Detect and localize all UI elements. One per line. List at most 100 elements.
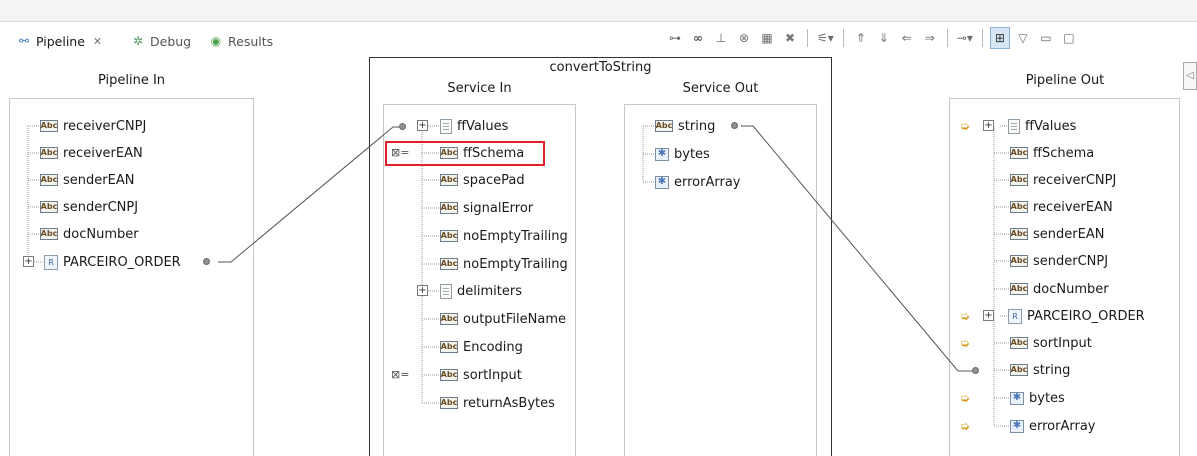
string-type-icon: Abc (1010, 174, 1028, 186)
item-label: senderEAN (1033, 226, 1105, 242)
item-label: noEmptyTrailing (463, 256, 568, 272)
string-type-icon: Abc (40, 201, 58, 213)
pipeline-out-item[interactable]: Abc docNumber (1010, 278, 1109, 300)
string-type-icon: Abc (1010, 255, 1028, 267)
document-reference-icon: R (44, 254, 58, 270)
document-reference-icon: R (1008, 308, 1022, 324)
drop-arrow-icon: ➭ (960, 391, 971, 405)
string-type-icon: Abc (440, 230, 458, 242)
pipeline-in-item[interactable]: Abc receiverCNPJ (40, 115, 146, 137)
map-connector-dot[interactable] (203, 258, 210, 265)
item-label: spacePad (463, 172, 525, 188)
pipeline-in-item[interactable]: Abc docNumber (40, 223, 139, 245)
item-label: delimiters (457, 283, 522, 299)
expand-icon[interactable]: + (417, 285, 428, 296)
item-label: sortInput (1033, 335, 1092, 351)
pipeline-in-item[interactable]: Abc senderEAN (40, 169, 134, 191)
string-type-icon: Abc (440, 258, 458, 270)
expand-icon[interactable]: + (983, 310, 994, 321)
pipeline-out-item[interactable]: Abc senderCNPJ (1010, 250, 1108, 272)
pipeline-in-item[interactable]: Abc receiverEAN (40, 142, 143, 164)
drop-arrow-icon: ➭ (960, 419, 971, 433)
item-label: string (1033, 362, 1071, 378)
item-label: docNumber (63, 226, 139, 242)
service-in-item[interactable]: Abc outputFileName (440, 308, 574, 330)
string-type-icon: Abc (40, 147, 58, 159)
pipeline-in-item[interactable]: R PARCEIRO_ORDER (44, 251, 181, 273)
string-type-icon: Abc (440, 397, 458, 409)
string-type-icon: Abc (440, 147, 458, 159)
string-type-icon: Abc (440, 313, 458, 325)
drop-arrow-icon: ➭ (960, 119, 971, 133)
pipeline-out-item[interactable]: ffValues (1008, 115, 1076, 137)
pipeline-out-item[interactable]: Abc receiverEAN (1010, 196, 1113, 218)
service-in-item[interactable]: Abc spacePad (440, 169, 525, 191)
item-label: docNumber (1033, 281, 1109, 297)
expand-icon[interactable]: + (417, 120, 428, 131)
item-label: returnAsBytes (463, 395, 555, 411)
pipeline-out-item[interactable]: Abc ffSchema (1010, 142, 1094, 164)
item-label: receiverCNPJ (63, 118, 147, 134)
service-in-item[interactable]: Abc noEmptyTrailing (440, 225, 574, 247)
string-type-icon: Abc (1010, 201, 1028, 213)
expand-icon[interactable]: + (983, 120, 994, 131)
string-type-icon: Abc (1010, 337, 1028, 349)
item-label: ffValues (457, 118, 509, 134)
object-list-type-icon: ✱ (1010, 419, 1024, 433)
item-label: receiverEAN (63, 145, 143, 161)
item-label: bytes (1029, 390, 1065, 406)
service-in-item[interactable]: Abc noEmptyTrailing (440, 253, 574, 275)
map-connector-dot[interactable] (731, 122, 738, 129)
object-type-icon: ✱ (655, 147, 669, 161)
service-in-item[interactable]: Abc ffSchema (440, 142, 524, 164)
string-type-icon: Abc (1010, 147, 1028, 159)
pipeline-out-item[interactable]: Abc receiverCNPJ (1010, 169, 1116, 191)
service-in-item[interactable]: delimiters (440, 280, 522, 302)
item-label: receiverEAN (1033, 199, 1113, 215)
item-label: bytes (674, 146, 710, 162)
map-line-string-to-string (741, 125, 977, 372)
pipeline-out-item[interactable]: ✱ errorArray (1010, 415, 1096, 437)
service-out-item[interactable]: ✱ bytes (655, 143, 710, 165)
string-type-icon: Abc (440, 202, 458, 214)
service-in-item[interactable]: Abc signalError (440, 197, 533, 219)
set-value-icon[interactable]: ⊠= (391, 368, 409, 381)
document-icon (440, 283, 452, 299)
item-label: ffSchema (463, 145, 525, 161)
service-in-item[interactable]: ffValues (440, 115, 508, 137)
item-label: errorArray (674, 174, 741, 190)
item-label: receiverCNPJ (1033, 172, 1117, 188)
string-type-icon: Abc (440, 341, 458, 353)
pipeline-in-item[interactable]: Abc senderCNPJ (40, 196, 138, 218)
pipeline-out-item[interactable]: Abc senderEAN (1010, 223, 1104, 245)
service-in-item[interactable]: Abc sortInput (440, 364, 522, 386)
item-label: PARCEIRO_ORDER (63, 254, 181, 270)
map-connector-dot[interactable] (399, 123, 406, 130)
expand-icon[interactable]: + (23, 256, 34, 267)
string-type-icon: Abc (40, 174, 58, 186)
document-icon (1008, 118, 1020, 134)
pipeline-out-item[interactable]: ✱ bytes (1010, 387, 1065, 409)
map-line-parceiro-to-ffvalues (218, 126, 402, 263)
string-type-icon: Abc (40, 228, 58, 240)
item-label: errorArray (1029, 418, 1096, 434)
document-icon (440, 118, 452, 134)
item-label: ffValues (1025, 118, 1077, 134)
object-type-icon: ✱ (1010, 391, 1024, 405)
service-out-item[interactable]: ✱ errorArray (655, 171, 741, 193)
pipeline-out-item[interactable]: Abc string (1010, 359, 1070, 381)
pipeline-out-item[interactable]: R PARCEIRO_ORDER (1008, 305, 1145, 327)
string-type-icon: Abc (1010, 364, 1028, 376)
string-type-icon: Abc (440, 174, 458, 186)
item-label: Encoding (463, 339, 523, 355)
string-type-icon: Abc (1010, 283, 1028, 295)
map-connector-dot[interactable] (972, 367, 979, 374)
string-type-icon: Abc (655, 120, 673, 132)
service-out-item[interactable]: Abc string (655, 115, 715, 137)
service-in-item[interactable]: Abc Encoding (440, 336, 523, 358)
service-in-item[interactable]: Abc returnAsBytes (440, 392, 555, 414)
item-label: string (678, 118, 716, 134)
pipeline-out-item[interactable]: Abc sortInput (1010, 332, 1092, 354)
item-label: signalError (463, 200, 534, 216)
item-label: outputFileName (463, 311, 566, 327)
